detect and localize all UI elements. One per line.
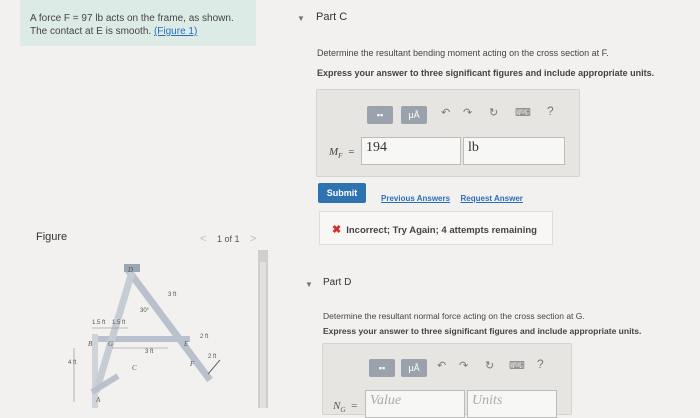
point-label-e: E bbox=[183, 340, 189, 348]
figure-link[interactable]: (Figure 1) bbox=[154, 26, 197, 37]
part-c-question: Determine the resultant bending moment a… bbox=[317, 48, 609, 58]
part-c-answer-panel: ▪▪ μÅ ↶ ↷ ↻ ⌨ ? MF = 194 lb bbox=[316, 89, 580, 177]
request-answer-link[interactable]: Request Answer bbox=[461, 194, 523, 203]
part-c-title[interactable]: Part C bbox=[316, 11, 347, 23]
member-da bbox=[92, 270, 136, 394]
reset-icon[interactable]: ↻ bbox=[489, 106, 498, 119]
part-d-title[interactable]: Part D bbox=[323, 277, 351, 288]
feedback-message: ✖ Incorrect; Try Again; 4 attempts remain… bbox=[319, 211, 553, 245]
part-c-variable: MF = bbox=[329, 146, 355, 161]
force-arrow bbox=[207, 359, 221, 375]
redo-icon[interactable]: ↷ bbox=[459, 359, 468, 372]
point-label-a: A bbox=[95, 396, 101, 404]
template-button[interactable]: ▪▪ bbox=[369, 359, 395, 377]
pager-text: 1 of 1 bbox=[216, 234, 240, 244]
chevron-right-icon[interactable]: > bbox=[250, 233, 256, 245]
problem-line-2: The contact at E is smooth. bbox=[30, 26, 152, 37]
frame-figure: 1.5 ft 1.5 ft 3 ft 3 ft 2 ft 2 ft 4 ft 3… bbox=[68, 264, 221, 408]
template-button[interactable]: ▪▪ bbox=[367, 106, 393, 124]
figure-pager: < 1 of 1 > bbox=[200, 233, 256, 245]
dim-label-3: 3 ft bbox=[145, 349, 154, 355]
part-d-instruction: Express your answer to three significant… bbox=[323, 326, 642, 336]
part-d-variable: NG = bbox=[333, 400, 358, 415]
part-d-question: Determine the resultant normal force act… bbox=[323, 311, 585, 321]
dim-label-1: 1.5 ft bbox=[92, 320, 106, 326]
submit-button[interactable]: Submit bbox=[318, 183, 366, 203]
part-c-value-input[interactable]: 194 bbox=[361, 137, 461, 165]
dim-label-4: 3 ft bbox=[168, 292, 177, 298]
mu-button[interactable]: μÅ bbox=[401, 106, 427, 124]
incorrect-x-icon: ✖ bbox=[332, 224, 342, 236]
problem-statement: A force F = 97 lb acts on the frame, as … bbox=[20, 0, 256, 46]
keyboard-icon[interactable]: ⌨ bbox=[509, 359, 525, 372]
help-icon[interactable]: ? bbox=[547, 104, 554, 118]
angle-label: 30° bbox=[140, 308, 150, 314]
mu-icon: μÅ bbox=[408, 110, 420, 120]
caret-down-icon[interactable]: ▼ bbox=[297, 14, 305, 23]
keyboard-icon[interactable]: ⌨ bbox=[515, 106, 531, 119]
help-icon[interactable]: ? bbox=[537, 357, 544, 371]
template-icon: ▪▪ bbox=[378, 363, 386, 373]
dim-label-5: 2 ft bbox=[200, 334, 209, 340]
reset-icon[interactable]: ↻ bbox=[485, 359, 494, 372]
point-label-f: F bbox=[189, 360, 195, 368]
dim-label-2: 1.5 ft bbox=[112, 320, 126, 326]
point-label-b: B bbox=[88, 340, 93, 348]
part-c-units-input[interactable]: lb bbox=[463, 137, 565, 165]
caret-down-icon[interactable]: ▼ bbox=[305, 280, 313, 289]
undo-icon[interactable]: ↶ bbox=[441, 106, 450, 119]
figure-label: Figure bbox=[36, 231, 68, 243]
part-c-instruction: Express your answer to three significant… bbox=[317, 68, 655, 78]
point-label-d: D bbox=[127, 266, 133, 274]
part-d-value-input[interactable]: Value bbox=[365, 390, 465, 418]
dim-label-6: 2 ft bbox=[208, 354, 217, 360]
mu-button[interactable]: μÅ bbox=[401, 359, 427, 377]
previous-answers-link[interactable]: Previous Answers bbox=[381, 194, 450, 203]
chevron-left-icon[interactable]: < bbox=[200, 233, 206, 245]
point-label-g: G bbox=[108, 340, 113, 348]
mu-icon: μÅ bbox=[408, 363, 420, 373]
redo-icon[interactable]: ↷ bbox=[463, 106, 472, 119]
undo-icon[interactable]: ↶ bbox=[437, 359, 446, 372]
dim-label-7: 4 ft bbox=[68, 360, 77, 366]
point-label-c: C bbox=[132, 364, 137, 372]
template-icon: ▪▪ bbox=[376, 110, 384, 120]
member-df bbox=[125, 267, 213, 383]
part-d-answer-panel: ▪▪ μÅ ↶ ↷ ↻ ⌨ ? NG = Value Units bbox=[322, 343, 572, 418]
problem-line-1: A force F = 97 lb acts on the frame, as … bbox=[30, 13, 234, 24]
part-d-units-input[interactable]: Units bbox=[467, 390, 557, 418]
